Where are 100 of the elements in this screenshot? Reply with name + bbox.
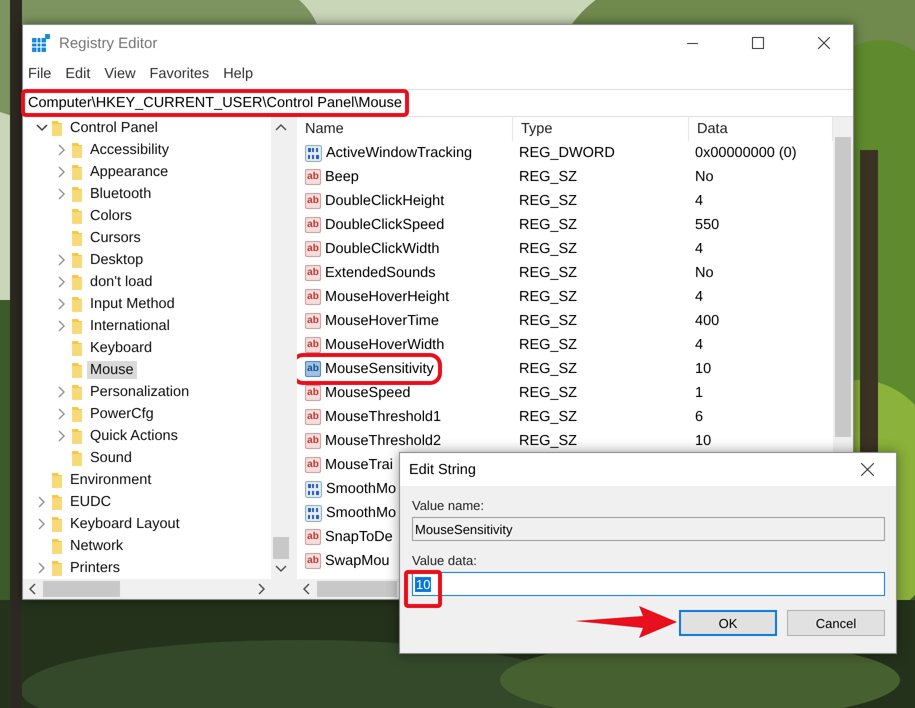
chevron-right-icon[interactable] [58,298,66,310]
tree-item[interactable]: Network [67,537,126,555]
value-name-cell[interactable]: ab MouseHoverHeight [299,289,450,305]
scrollbar-thumb[interactable] [43,581,120,597]
tree-item[interactable]: Keyboard Layout [67,515,183,533]
value-data-field[interactable]: 10 [412,572,885,596]
value-name-cell[interactable]: SmoothMo [299,504,396,522]
tree-row[interactable]: Network [23,535,271,557]
value-name-cell[interactable]: ab MouseSensitivity [299,361,434,377]
tree-item[interactable]: Colors [87,207,135,225]
tree-row[interactable]: Printers [23,557,271,579]
tree-row[interactable]: Sound [23,447,271,469]
tree-row[interactable]: EUDC [23,491,271,513]
tree-item[interactable]: Printers [67,559,123,577]
ok-button[interactable]: OK [679,610,777,636]
tree-row[interactable]: Colors [23,205,271,227]
tree-row[interactable]: Control Panel [23,117,271,139]
chevron-right-icon[interactable] [38,496,46,508]
tree-item[interactable]: Sound [87,449,135,467]
tree-item[interactable]: Appearance [87,163,172,181]
tree-row[interactable]: Appearance [23,161,271,183]
binary-value-icon [305,480,322,498]
tree-item[interactable]: don't load [87,273,156,291]
string-value-icon: ab [305,457,321,473]
string-value-icon: ab [305,361,321,377]
menu-item[interactable]: View [104,66,136,82]
horizontal-scrollbar[interactable] [23,579,291,599]
tree-row[interactable]: Environment [23,469,271,491]
scrollbar-thumb[interactable] [317,581,397,597]
column-header[interactable]: Type [513,117,689,141]
scrollbar-thumb[interactable] [835,137,851,437]
value-name-field[interactable]: MouseSensitivity [412,517,885,541]
address-bar[interactable]: Computer\HKEY_CURRENT_USER\Control Panel\Mouse [23,89,853,117]
tree-row[interactable]: Bluetooth [23,183,271,205]
tree-row[interactable]: Accessibility [23,139,271,161]
tree-item[interactable]: PowerCfg [87,405,157,423]
tree-row[interactable]: don't load [23,271,271,293]
chevron-down-icon[interactable] [36,124,48,132]
scrollbar-thumb[interactable] [273,537,289,559]
value-name-cell[interactable]: ActiveWindowTracking [299,144,472,162]
tree-row[interactable]: Mouse [23,359,271,381]
menu-item[interactable]: Help [223,66,254,82]
tree-row[interactable]: Keyboard [23,337,271,359]
chevron-right-icon[interactable] [58,188,66,200]
value-name-cell[interactable]: SmoothMo [299,480,396,498]
chevron-right-icon[interactable] [58,430,66,442]
tree-row[interactable]: Personalization [23,381,271,403]
type-cell-text: REG_SZ [518,433,578,449]
value-name-cell[interactable]: ab MouseTrai [299,457,393,473]
column-header[interactable]: Name [297,117,513,141]
data-cell-text: 6 [694,409,704,425]
value-name-cell[interactable]: ab ExtendedSounds [299,265,436,281]
menu-item[interactable]: File [28,66,52,82]
chevron-right-icon[interactable] [58,276,66,288]
chevron-right-icon[interactable] [58,320,66,332]
value-name-cell[interactable]: ab MouseHoverTime [299,313,439,329]
tree-item[interactable]: Desktop [87,251,146,269]
tree-item[interactable]: Cursors [87,229,144,247]
tree-row[interactable]: Keyboard Layout [23,513,271,535]
string-value-icon: ab [305,529,321,545]
chevron-right-icon[interactable] [58,386,66,398]
type-cell-text: REG_SZ [518,361,578,377]
chevron-right-icon[interactable] [58,408,66,420]
value-name-cell[interactable]: ab MouseSpeed [299,385,410,401]
value-name-cell[interactable]: ab MouseThreshold1 [299,409,442,425]
tree-item[interactable]: Mouse [87,361,137,379]
tree-item[interactable]: Keyboard [87,339,156,357]
tree-item[interactable]: Quick Actions [87,427,181,445]
folder-icon [71,185,83,203]
tree-row[interactable]: International [23,315,271,337]
tree-item[interactable]: EUDC [67,493,114,511]
chevron-right-icon[interactable] [58,254,66,266]
tree-item[interactable]: Bluetooth [87,185,154,203]
tree-item[interactable]: Environment [67,471,154,489]
tree-item[interactable]: Control Panel [67,119,161,137]
value-name-cell[interactable]: ab DoubleClickSpeed [299,217,444,233]
tree-row[interactable]: PowerCfg [23,403,271,425]
chevron-right-icon[interactable] [58,144,66,156]
type-cell-text: REG_SZ [518,265,578,281]
chevron-right-icon[interactable] [58,166,66,178]
cancel-button[interactable]: Cancel [787,610,885,636]
chevron-right-icon[interactable] [38,518,46,530]
value-name-cell[interactable]: ab SwapMou [299,553,390,569]
tree-item[interactable]: Accessibility [87,141,172,159]
value-name-cell[interactable]: ab MouseThreshold2 [299,433,442,449]
chevron-right-icon[interactable] [38,562,46,574]
value-name-cell[interactable]: ab MouseHoverWidth [299,337,444,353]
tree-item[interactable]: Personalization [87,383,192,401]
menu-item[interactable]: Favorites [150,66,210,82]
tree-row[interactable]: Input Method [23,293,271,315]
value-name-cell[interactable]: ab SnapToDe [299,529,393,545]
value-name-cell[interactable]: ab DoubleClickHeight [299,193,444,209]
value-name-cell[interactable]: ab DoubleClickWidth [299,241,440,257]
tree-row[interactable]: Desktop [23,249,271,271]
menu-item[interactable]: Edit [65,66,90,82]
tree-item[interactable]: Input Method [87,295,178,313]
value-name-cell[interactable]: ab Beep [299,169,359,185]
tree-row[interactable]: Cursors [23,227,271,249]
tree-row[interactable]: Quick Actions [23,425,271,447]
tree-item[interactable]: International [87,317,173,335]
